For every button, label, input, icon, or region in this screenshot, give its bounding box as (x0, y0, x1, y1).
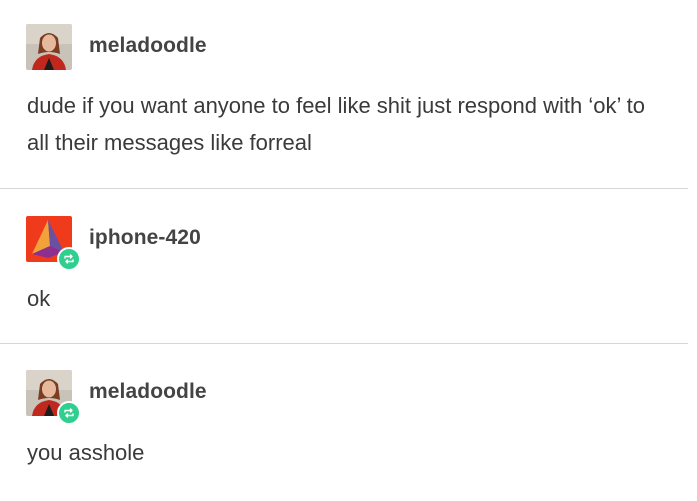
post-body-text: ok (27, 286, 51, 311)
reblog-badge (57, 247, 81, 271)
post-header: iphone-420 (26, 216, 201, 271)
post-body-text: you asshole (27, 440, 145, 465)
username[interactable]: meladoodle (89, 380, 207, 404)
reblog-icon (64, 408, 74, 418)
post-2: iphone-420 ok (0, 189, 688, 343)
avatar[interactable] (26, 370, 81, 425)
post-body-text: dude if you want anyone to feel like shi… (27, 93, 645, 155)
avatar[interactable] (26, 216, 81, 271)
username[interactable]: meladoodle (89, 34, 207, 58)
avatar[interactable] (26, 24, 72, 70)
post-3: meladoodle you asshole (0, 344, 688, 501)
reblog-thread: meladoodle dude if you want anyone to fe… (0, 0, 697, 501)
post-1: meladoodle dude if you want anyone to fe… (0, 0, 688, 188)
post-header: meladoodle (26, 24, 207, 70)
person-photo-avatar-icon (26, 24, 72, 70)
username[interactable]: iphone-420 (89, 226, 201, 250)
reblog-badge (57, 401, 81, 425)
post-header: meladoodle (26, 370, 207, 425)
reblog-icon (64, 254, 74, 264)
